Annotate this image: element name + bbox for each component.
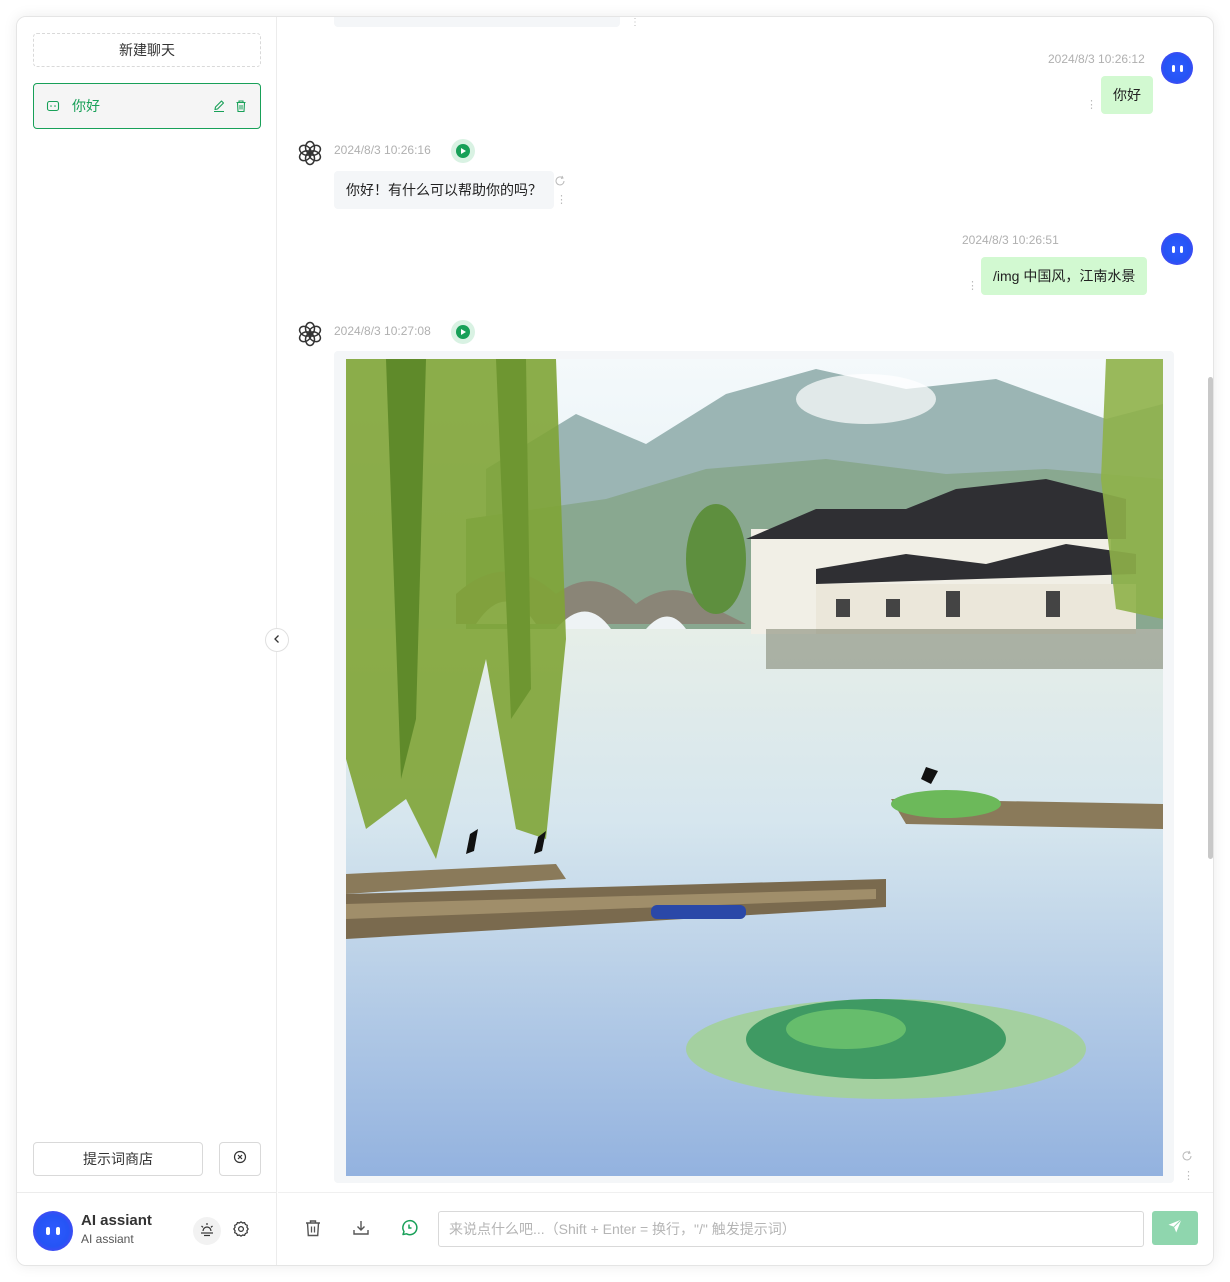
context-icon [399, 1218, 419, 1243]
play-icon [456, 325, 470, 339]
play-audio-button[interactable] [451, 139, 475, 163]
download-icon [351, 1218, 371, 1243]
message-time: 2024/8/3 10:26:12 [1048, 52, 1145, 66]
app-window: 新建聊天 你好 提示词商店 AI assiant AI assiant ⋮ 20… [16, 16, 1214, 1266]
play-icon [456, 144, 470, 158]
download-button[interactable] [350, 1219, 372, 1241]
user-description: AI assiant [81, 1232, 134, 1246]
theme-toggle-button[interactable] [193, 1217, 221, 1245]
session-item[interactable]: 你好 [33, 83, 261, 129]
openai-logo-icon [296, 139, 324, 167]
chat-input[interactable] [438, 1211, 1144, 1247]
send-button[interactable] [1152, 1211, 1198, 1245]
message-time: 2024/8/3 10:26:16 [334, 143, 431, 157]
collapse-sidebar-button[interactable] [265, 628, 289, 652]
avatar [1161, 233, 1193, 265]
close-sidebar-button[interactable] [219, 1142, 261, 1176]
generated-image[interactable] [346, 359, 1163, 1176]
chat-icon [46, 99, 60, 113]
play-audio-button[interactable] [451, 320, 475, 344]
session-title: 你好 [72, 98, 100, 114]
sidebar: 新建聊天 你好 提示词商店 AI assiant AI assiant [17, 17, 277, 1265]
chevron-left-icon [272, 631, 282, 649]
scrollbar[interactable] [1208, 377, 1213, 859]
trash-icon [303, 1218, 323, 1243]
settings-button[interactable] [227, 1217, 255, 1245]
trash-icon[interactable] [234, 99, 248, 113]
avatar [33, 1211, 73, 1251]
assistant-message-bubble: 你好！有什么可以帮助你的吗？ [334, 171, 554, 209]
chat-main: ⋮ 2024/8/3 10:26:12 你好 ⋮ 2024/8/3 10:26:… [278, 17, 1213, 1265]
user-panel: AI assiant AI assiant [17, 1192, 277, 1265]
message-time: 2024/8/3 10:27:08 [334, 324, 431, 338]
gear-icon [232, 1220, 250, 1243]
previous-message-bubble [334, 17, 620, 27]
new-chat-button[interactable]: 新建聊天 [33, 33, 261, 67]
sun-icon [198, 1220, 216, 1243]
user-message-bubble: /img 中国风，江南水景 [981, 257, 1148, 295]
image-message-bubble [334, 351, 1174, 1183]
more-vertical-icon[interactable]: ⋮ [556, 195, 567, 206]
message-list[interactable]: ⋮ 2024/8/3 10:26:12 你好 ⋮ 2024/8/3 10:26:… [278, 17, 1213, 1192]
openai-logo-icon [296, 320, 324, 348]
prompt-store-button[interactable]: 提示词商店 [33, 1142, 203, 1176]
more-vertical-icon[interactable]: ⋮ [1183, 1171, 1194, 1182]
context-toggle-button[interactable] [398, 1219, 420, 1241]
refresh-icon[interactable] [1181, 1149, 1193, 1161]
avatar [1161, 52, 1193, 84]
more-vertical-icon[interactable]: ⋮ [967, 281, 978, 292]
input-bar [278, 1192, 1213, 1265]
more-vertical-icon[interactable]: ⋮ [1086, 100, 1097, 111]
refresh-icon[interactable] [554, 174, 566, 186]
more-vertical-icon[interactable]: ⋮ [630, 17, 640, 28]
user-name: AI assiant [81, 1212, 152, 1229]
user-message-bubble: 你好 [1101, 76, 1153, 114]
send-icon [1167, 1218, 1183, 1239]
edit-icon[interactable] [212, 99, 226, 113]
message-time: 2024/8/3 10:26:51 [962, 233, 1059, 247]
clear-chat-button[interactable] [302, 1219, 324, 1241]
close-circle-icon [233, 1150, 247, 1169]
